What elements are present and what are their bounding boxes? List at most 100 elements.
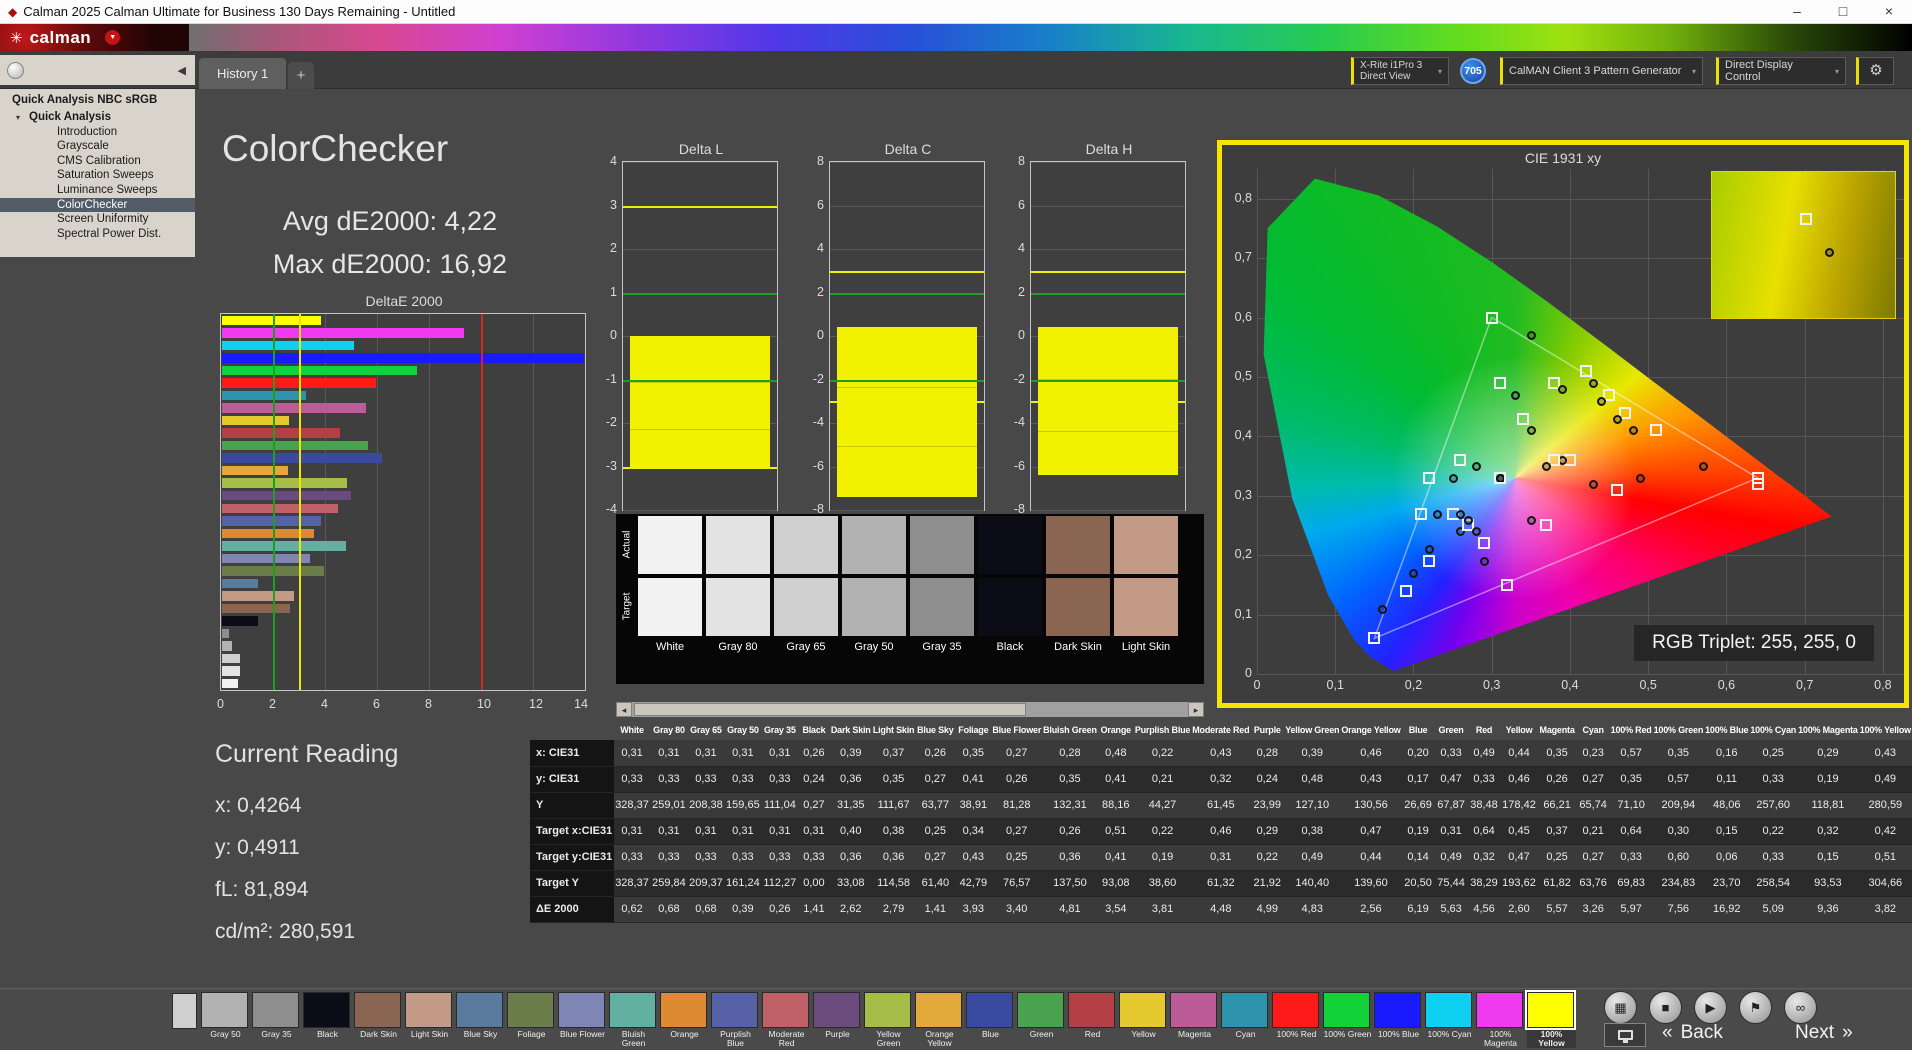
sidebar-item-spectral-power-dist-[interactable]: Spectral Power Dist. <box>0 227 195 242</box>
scroll-right-icon[interactable]: ▸ <box>1188 702 1204 717</box>
sidebar-item-quick-analysis[interactable]: ▾ Quick Analysis <box>0 110 195 125</box>
pattern-swatch-100-blue[interactable]: 100% Blue <box>1374 992 1423 1048</box>
patch-grid-scrollbar[interactable]: ◂ ▸ <box>616 702 1204 717</box>
table-corner <box>530 720 614 740</box>
range-inner-line <box>630 428 770 430</box>
pattern-swatch-blue-flower[interactable]: Blue Flower <box>558 992 607 1048</box>
table-cell: 0,26 <box>761 896 799 923</box>
pattern-swatch-moderate-red[interactable]: Moderate Red <box>762 992 811 1048</box>
pattern-swatch-gray-35[interactable]: Gray 35 <box>252 992 301 1048</box>
y-tick-label: 0,1 <box>1234 606 1252 621</box>
pattern-swatch-black[interactable]: Black <box>303 992 352 1048</box>
pattern-swatch-100-red[interactable]: 100% Red <box>1272 992 1321 1048</box>
column-header-cyan: Cyan <box>1582 725 1604 735</box>
minimize-button[interactable]: – <box>1774 0 1820 23</box>
pattern-swatch-100-cyan[interactable]: 100% Cyan <box>1425 992 1474 1048</box>
calman-menu-caret-icon[interactable]: ▼ <box>105 30 121 45</box>
pattern-swatch-orange[interactable]: Orange <box>660 992 709 1048</box>
collapse-sidebar-icon[interactable]: ◀ <box>178 64 186 77</box>
sidebar-item-screen-uniformity[interactable]: Screen Uniformity <box>0 212 195 227</box>
column-header-dark-skin: Dark Skin <box>830 725 871 735</box>
pattern-window-button[interactable]: ▦ <box>1604 991 1637 1024</box>
scrollbar-thumb[interactable] <box>634 703 1026 716</box>
table-cell: 0,27 <box>1576 766 1610 793</box>
meter-count-badge[interactable]: 705 <box>1460 58 1486 84</box>
table-cell: 48,06 <box>1704 792 1750 819</box>
sidebar-item-colorchecker[interactable]: ColorChecker <box>0 197 195 213</box>
table-cell: 0,27 <box>915 844 956 871</box>
pattern-swatch-yellow-green[interactable]: Yellow Green <box>864 992 913 1048</box>
pattern-swatch-partial[interactable] <box>172 993 197 1029</box>
pattern-swatch-100-yellow[interactable]: 100% Yellow <box>1525 990 1576 1048</box>
close-button[interactable]: × <box>1866 0 1912 23</box>
table-cell: 0,33 <box>1749 766 1798 793</box>
pattern-swatch-blue[interactable]: Blue <box>966 992 1015 1048</box>
display-preview-button[interactable] <box>1604 1023 1646 1047</box>
flag-button[interactable]: ⚑ <box>1739 991 1772 1024</box>
display-control-dropdown[interactable]: Direct Display Control ▾ <box>1716 57 1846 85</box>
pattern-swatch-100-magenta[interactable]: 100% Magenta <box>1476 992 1525 1048</box>
workflow-menu-button[interactable] <box>7 61 24 79</box>
scroll-left-icon[interactable]: ◂ <box>616 702 632 717</box>
pattern-swatch-cyan[interactable]: Cyan <box>1221 992 1270 1048</box>
next-button[interactable]: Next » <box>1795 1022 1853 1044</box>
measured-point-light-skin <box>1542 462 1552 472</box>
pattern-swatch-light-skin[interactable]: Light Skin <box>405 992 454 1048</box>
pattern-swatch-orange-yellow[interactable]: Orange Yellow <box>915 992 964 1048</box>
back-button[interactable]: « Back <box>1662 1022 1723 1044</box>
pattern-generator-dropdown[interactable]: CalMAN Client 3 Pattern Generator ▾ <box>1500 57 1703 85</box>
pattern-swatch-purple[interactable]: Purple <box>813 992 862 1048</box>
tab-history-1[interactable]: History 1 <box>199 58 287 89</box>
y-tick-label: 4 <box>1018 241 1025 255</box>
column-header-purplish-blue: Purplish Blue <box>1134 725 1191 735</box>
y-tick-label: -3 <box>605 458 617 473</box>
maximize-button[interactable]: □ <box>1820 0 1866 23</box>
table-cell: 69,83 <box>1609 870 1653 897</box>
pattern-swatch-foliage[interactable]: Foliage <box>507 992 556 1048</box>
pattern-swatch-yellow[interactable]: Yellow <box>1119 992 1168 1048</box>
sidebar-item-cms-calibration[interactable]: CMS Calibration <box>0 154 195 169</box>
scrollbar-track[interactable] <box>632 702 1188 717</box>
y-tick-label: 0,5 <box>1234 368 1252 383</box>
stop-button[interactable]: ■ <box>1649 991 1682 1024</box>
patch-label: Gray 50 <box>854 641 894 653</box>
pattern-swatch-100-green[interactable]: 100% Green <box>1323 992 1372 1048</box>
table-cell: 3,40 <box>991 896 1043 923</box>
swatch-color <box>1221 992 1268 1028</box>
gridline <box>1031 162 1185 163</box>
pattern-swatch-purplish-blue[interactable]: Purplish Blue <box>711 992 760 1048</box>
sidebar-item-saturation-sweeps[interactable]: Saturation Sweeps <box>0 168 195 183</box>
pattern-swatch-bluish-green[interactable]: Bluish Green <box>609 992 658 1048</box>
table-cell: 20,50 <box>1401 870 1435 897</box>
add-tab-button[interactable]: + <box>288 62 314 89</box>
sidebar-item-introduction[interactable]: Introduction <box>0 125 195 140</box>
meter-dropdown[interactable]: X-Rite i1Pro 3 Direct View ▾ <box>1351 57 1449 85</box>
continuous-measure-button[interactable]: ∞ <box>1784 991 1817 1024</box>
sidebar-item-grayscale[interactable]: Grayscale <box>0 139 195 154</box>
expander-icon[interactable]: ▾ <box>16 111 29 126</box>
chevron-down-icon: ▾ <box>1691 66 1696 76</box>
table-cell: 112,27 <box>761 870 799 897</box>
pattern-swatch-red[interactable]: Red <box>1068 992 1117 1048</box>
sidebar-item-luminance-sweeps[interactable]: Luminance Sweeps <box>0 183 195 198</box>
table-cell: 2,79 <box>871 896 916 923</box>
swatch-color <box>405 992 452 1028</box>
cie-1931-chart[interactable]: CIE 1931 xy 0 0 0,1 0,1 0,2 0,2 0,3 0,3 0,4 0,4 0,… <box>1217 140 1909 708</box>
pattern-swatch-gray-50[interactable]: Gray 50 <box>201 992 250 1048</box>
measured-point-100-cyan <box>1448 473 1458 483</box>
chevron-down-icon: ▾ <box>1834 66 1839 76</box>
actual-patch-swatch <box>842 516 906 574</box>
pattern-swatch-green[interactable]: Green <box>1017 992 1066 1048</box>
pattern-swatch-dark-skin[interactable]: Dark Skin <box>354 992 403 1048</box>
settings-button[interactable]: ⚙ <box>1856 57 1894 85</box>
calman-logo[interactable]: ✳ calman ▼ <box>0 24 189 51</box>
pattern-swatch-magenta[interactable]: Magenta <box>1170 992 1219 1048</box>
yellow-target-line <box>1031 270 1185 273</box>
table-cell: 1,41 <box>915 896 956 923</box>
measured-point-green <box>1511 390 1521 400</box>
deltae-x-axis: 0 2 4 6 8 10 12 14 <box>217 697 588 713</box>
pattern-swatch-blue-sky[interactable]: Blue Sky <box>456 992 505 1048</box>
play-button[interactable]: ▶ <box>1694 991 1727 1024</box>
de-bar-purple <box>222 490 352 501</box>
measured-point-100-red <box>1698 462 1708 472</box>
